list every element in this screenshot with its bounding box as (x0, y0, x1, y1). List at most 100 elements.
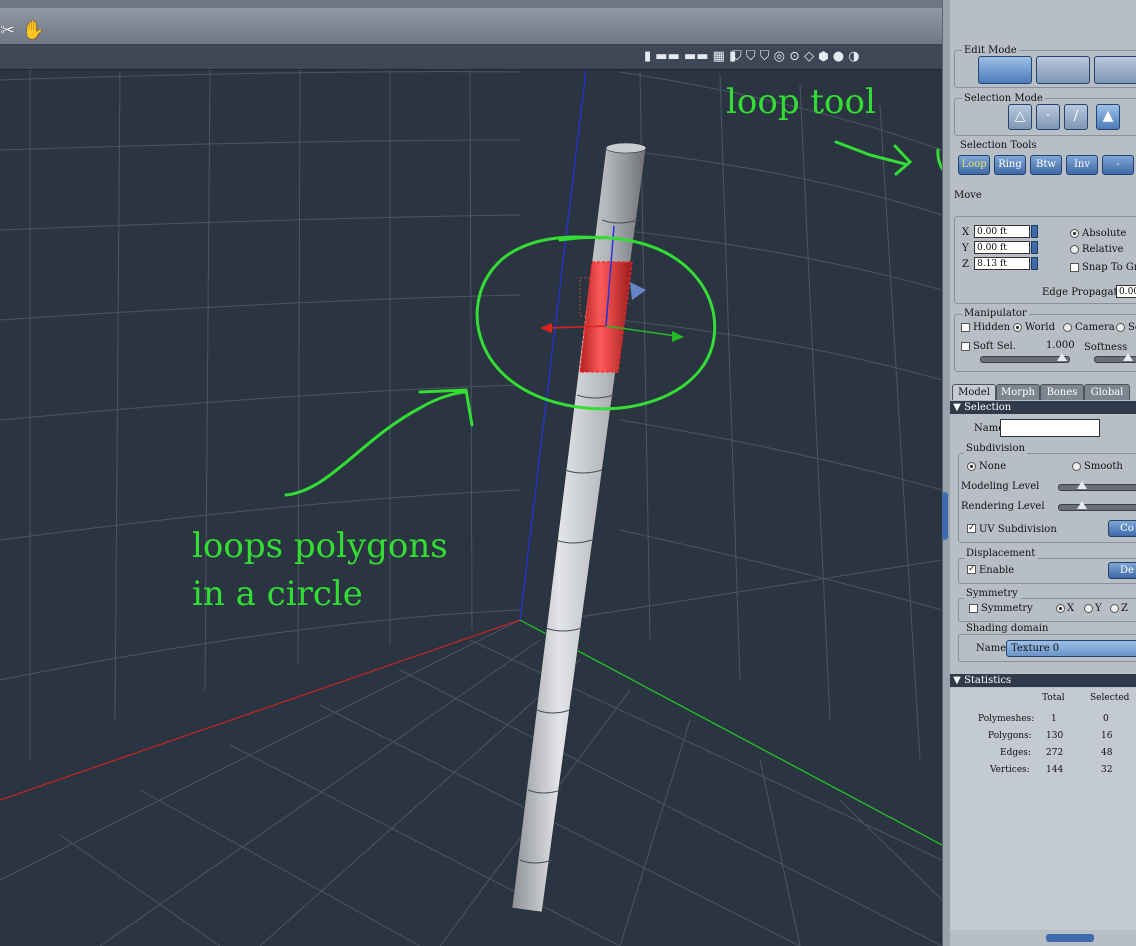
scissors-icon[interactable]: ✂ (0, 20, 15, 41)
stats-row-total: 144 (1046, 765, 1064, 775)
z-label: Z (962, 259, 969, 270)
x-label: X (962, 227, 970, 238)
symmetry-z-radio[interactable] (1110, 604, 1119, 613)
symmetry-y-radio[interactable] (1084, 604, 1093, 613)
edit-mode-object-button[interactable] (1094, 56, 1136, 84)
subdivision-config-button[interactable]: Co (1108, 520, 1136, 537)
properties-panel: Edit Mode Selection Mode △ · / ▲ Selecti… (950, 0, 1136, 946)
invert-button[interactable]: Inv (1066, 155, 1098, 175)
displacement-label: Displacement (964, 548, 1038, 559)
x-stepper[interactable] (1031, 225, 1038, 238)
world-radio[interactable] (1013, 323, 1022, 332)
stats-row-label: Polymeshes: (978, 714, 1035, 724)
edge-select-icon[interactable]: / (1064, 104, 1088, 130)
z-field[interactable]: 8.13 ft (974, 257, 1030, 270)
collapse-triangle-icon: ▼ (950, 675, 965, 686)
snap-to-grid-checkbox[interactable] (1070, 263, 1079, 272)
y-axis-line (519, 619, 942, 846)
subdivision-smooth-label: Smooth (1084, 461, 1123, 472)
view-mode-icons[interactable]: ⛉ ⛉ ⛉ ◎ ⊙ ◇ ⬢ ● ◑ (732, 49, 860, 65)
shading-domain-label: Shading domain (964, 623, 1051, 634)
symmetry-x-label: X (1067, 603, 1075, 614)
soft-sel-label: Soft Sel. (973, 341, 1016, 352)
camera-radio[interactable] (1063, 323, 1072, 332)
stats-row-label: Vertices: (990, 765, 1030, 775)
move-label: Move (954, 190, 982, 201)
loop-button[interactable]: Loop (958, 155, 990, 175)
grid-floor (0, 559, 942, 946)
layout-icons[interactable]: ▮ ▬▬ ▬▬ ▦ ▮ (644, 49, 736, 65)
selection-mode-label: Selection Mode (962, 93, 1045, 104)
point-select-icon[interactable]: · (1036, 104, 1060, 130)
splitter-handle[interactable] (942, 492, 948, 540)
subdivision-none-radio[interactable] (967, 462, 976, 471)
title-strip (0, 0, 942, 8)
screen-radio[interactable] (1116, 323, 1125, 332)
z-stepper[interactable] (1031, 257, 1038, 270)
stats-row-label: Polygons: (988, 731, 1032, 741)
tab-bones[interactable]: Bones (1040, 384, 1084, 400)
stats-row-selected: 32 (1101, 765, 1113, 775)
vertex-select-icon[interactable]: △ (1008, 104, 1032, 130)
shading-name-label: Name (976, 643, 1007, 654)
polygon-select-icon[interactable]: ▲ (1096, 104, 1120, 130)
name-field[interactable] (1000, 419, 1100, 437)
camera-label: Camera (1075, 322, 1115, 333)
soft-sel-checkbox[interactable] (961, 342, 970, 351)
viewport-header: ▮ ▬▬ ▬▬ ▦ ▮ ⛉ ⛉ ⛉ ◎ ⊙ ◇ ⬢ ● ◑ (0, 45, 942, 70)
stats-row-total: 130 (1046, 731, 1064, 741)
stats-header-total: Total (1042, 693, 1065, 703)
stats-row-selected: 48 (1101, 748, 1113, 758)
relative-radio[interactable] (1070, 245, 1079, 254)
soft-sel-slider[interactable] (980, 353, 1070, 363)
tab-model[interactable]: Model (952, 384, 996, 400)
ring-button[interactable]: Ring (994, 155, 1026, 175)
y-stepper[interactable] (1031, 241, 1038, 254)
displacement-config-button[interactable]: De (1108, 562, 1136, 579)
symmetry-y-label: Y (1095, 603, 1102, 614)
symmetry-x-radio[interactable] (1056, 604, 1065, 613)
stats-row-selected: 0 (1103, 714, 1109, 724)
world-label: World (1025, 322, 1055, 333)
y-field[interactable]: 0.00 ft (974, 241, 1030, 254)
modeling-level-slider[interactable] (1058, 481, 1136, 491)
symmetry-checkbox-label: Symmetry (981, 603, 1033, 614)
absolute-label: Absolute (1082, 228, 1127, 239)
between-button[interactable]: Btw (1030, 155, 1062, 175)
subdivision-none-label: None (979, 461, 1007, 472)
hidden-label: Hidden (973, 322, 1011, 333)
symmetry-checkbox[interactable] (969, 604, 978, 613)
x-field[interactable]: 0.00 ft (974, 225, 1030, 238)
edit-mode-mesh-button[interactable] (1036, 56, 1090, 84)
edge-propagation-field[interactable]: 0.00 (1116, 285, 1136, 298)
selection-tools-label: Selection Tools (960, 140, 1037, 151)
edit-mode-vertex-button[interactable] (978, 56, 1032, 84)
edit-mode-label: Edit Mode (962, 45, 1019, 56)
statistics-section-header[interactable]: ▼ Statistics (950, 674, 1136, 687)
bottom-scroll-handle[interactable] (1046, 934, 1094, 942)
snap-to-grid-label: Snap To Grid (1082, 262, 1136, 273)
stats-header-selected: Selected (1090, 693, 1130, 703)
tab-morph[interactable]: Morph (996, 384, 1040, 400)
3d-viewport[interactable]: loop tool loops polygons in a circle (0, 70, 942, 946)
hand-tool-icon[interactable]: ✋ (22, 20, 44, 41)
rendering-level-label: Rendering Level (961, 501, 1045, 512)
stats-row-total: 272 (1046, 748, 1064, 758)
manipulator-label: Manipulator (962, 308, 1029, 319)
collapse-triangle-icon: ▼ (950, 402, 965, 413)
uv-subdivision-checkbox[interactable]: ✓ (967, 524, 976, 533)
displacement-enable-checkbox[interactable]: ✓ (967, 565, 976, 574)
subdivision-smooth-radio[interactable] (1072, 462, 1081, 471)
shading-domain-select[interactable]: Texture 0 (1006, 640, 1136, 657)
selection-section-header[interactable]: ▼ Selection (950, 401, 1136, 414)
rendering-level-slider[interactable] (1058, 501, 1136, 511)
stats-row-selected: 16 (1101, 731, 1113, 741)
subdivision-label: Subdivision (964, 443, 1027, 454)
softness-slider[interactable] (1094, 353, 1136, 363)
stats-row-total: 1 (1051, 714, 1057, 724)
hidden-checkbox[interactable] (961, 323, 970, 332)
absolute-radio[interactable] (1070, 229, 1079, 238)
minus-button[interactable]: - (1102, 155, 1134, 175)
relative-label: Relative (1082, 244, 1124, 255)
tab-global[interactable]: Global (1084, 384, 1130, 400)
